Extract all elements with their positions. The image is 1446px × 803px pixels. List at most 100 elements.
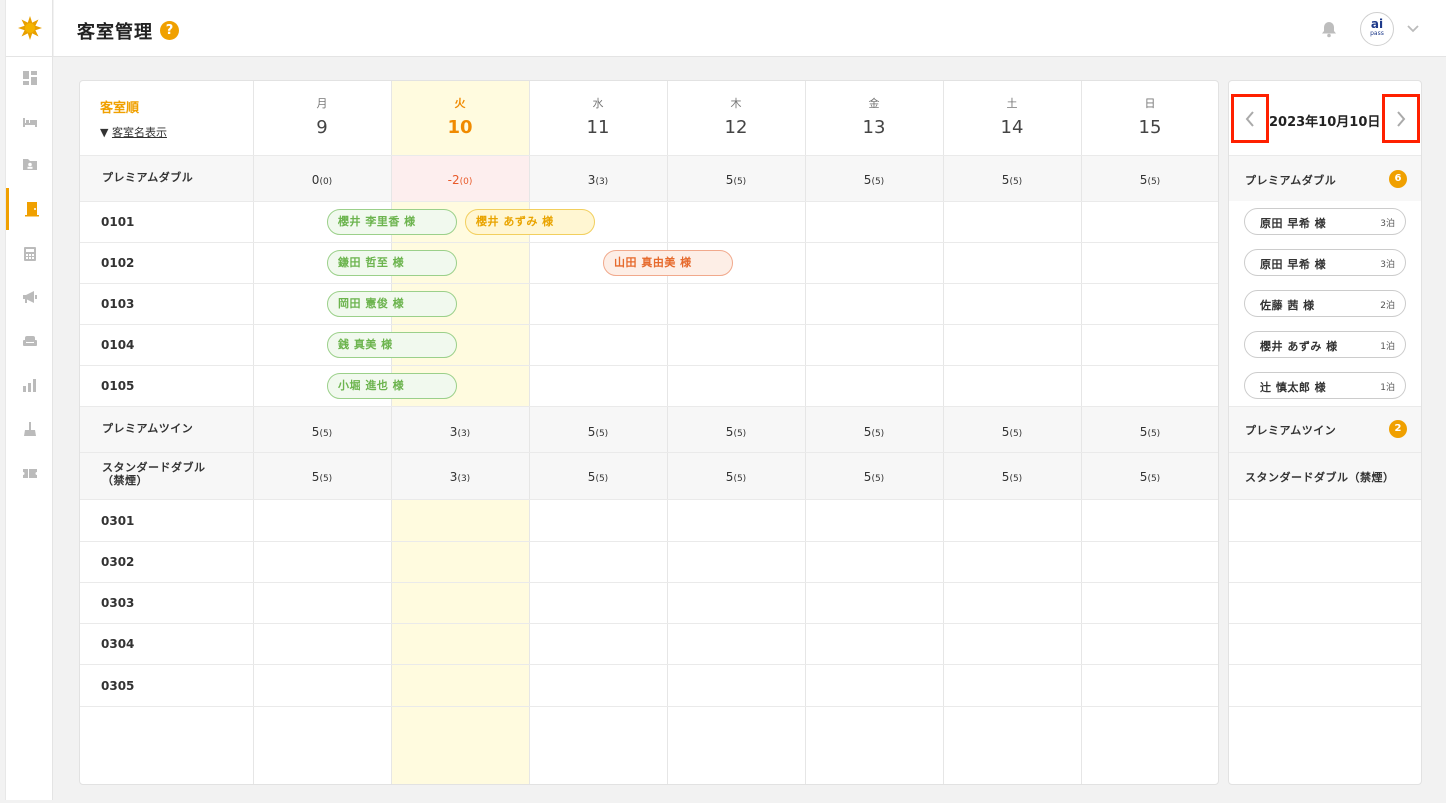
availability-count: 5(5) xyxy=(1139,425,1161,439)
panel-date: 2023年10月10日 xyxy=(1269,115,1381,130)
grid-hline xyxy=(80,201,1218,202)
grid-hline xyxy=(80,406,1218,407)
nav-room-management[interactable] xyxy=(6,188,54,230)
bar-chart-icon xyxy=(23,379,36,392)
nav-reports[interactable] xyxy=(6,364,54,406)
booking-bar[interactable]: 岡田 憲俊 様 xyxy=(327,291,457,317)
guest-chip[interactable]: 佐藤 茜 様 2泊 xyxy=(1244,290,1406,317)
category-name: スタンダードダブル （禁煙） xyxy=(102,461,206,487)
room-number[interactable]: 0103 xyxy=(101,297,134,311)
nav-dashboard[interactable] xyxy=(6,57,54,99)
sort-order-label[interactable]: 客室順 xyxy=(100,97,139,116)
availability-count: 5(5) xyxy=(725,425,747,439)
panel-category-name: プレミアムツイン xyxy=(1245,424,1337,437)
availability-count: 5(5) xyxy=(587,425,609,439)
availability-count: 5(5) xyxy=(725,173,747,187)
day-header: 木 12 xyxy=(724,97,748,138)
day-header-today: 火 10 xyxy=(447,97,473,138)
nav-lounge[interactable] xyxy=(6,320,54,362)
daily-guest-panel: 2023年10月10日 プレミアムダブル 6 原田 早希 様 3泊 原田 早希 様… xyxy=(1228,80,1422,785)
bed-icon xyxy=(23,118,37,127)
guest-chip[interactable]: 原田 早希 様 3泊 xyxy=(1244,208,1406,235)
grid-hline xyxy=(80,499,1218,500)
grid-hline xyxy=(80,242,1218,243)
panel-divider xyxy=(1229,623,1421,624)
chevron-down-icon[interactable] xyxy=(1406,24,1420,34)
room-door-icon xyxy=(24,202,39,217)
booking-bar[interactable]: 銭 真美 様 xyxy=(327,332,457,358)
bell-icon[interactable] xyxy=(1320,20,1338,38)
grid-hline xyxy=(80,283,1218,284)
nav-announcements[interactable] xyxy=(6,276,54,318)
panel-divider xyxy=(1229,499,1421,500)
availability-count: 3(3) xyxy=(449,425,471,439)
chevron-right-icon xyxy=(1397,110,1406,127)
room-name-toggle-label: 客室名表示 xyxy=(111,126,167,139)
category-name: プレミアムツイン xyxy=(102,422,194,435)
grid-hline xyxy=(80,452,1218,453)
avatar[interactable]: ai pass xyxy=(1360,12,1394,46)
room-number[interactable]: 0303 xyxy=(101,596,134,610)
day-header: 日 15 xyxy=(1138,97,1162,138)
day-header: 月9 xyxy=(316,97,328,138)
room-number[interactable]: 0304 xyxy=(101,637,134,651)
room-number[interactable]: 0105 xyxy=(101,379,134,393)
booking-bar[interactable]: 櫻井 李里香 様 xyxy=(327,209,457,235)
grid-hline xyxy=(80,623,1218,624)
help-icon[interactable]: ? xyxy=(160,21,179,40)
panel-category-name: プレミアムダブル xyxy=(1245,174,1337,187)
megaphone-icon xyxy=(23,291,37,303)
room-number[interactable]: 0305 xyxy=(101,679,134,693)
grid-hline xyxy=(80,582,1218,583)
folder-user-icon xyxy=(23,159,37,170)
panel-category-name: スタンダードダブル（禁煙） xyxy=(1245,471,1395,484)
cleaning-icon xyxy=(24,422,36,436)
top-header: 客室管理 ? ai pass xyxy=(54,0,1446,57)
day-header: 水 11 xyxy=(586,97,610,138)
availability-count: 5(5) xyxy=(863,173,885,187)
room-number[interactable]: 0104 xyxy=(101,338,134,352)
grid-hline xyxy=(80,664,1218,665)
room-calendar: 客室順 ▼ 客室名表示 月9 火 10 水 11 木 12 金 13 土 14 日 15 プ… xyxy=(79,80,1219,785)
room-name-toggle[interactable]: ▼ 客室名表示 xyxy=(100,124,167,140)
availability-count: 5(5) xyxy=(1139,173,1161,187)
nav-billing[interactable] xyxy=(6,233,54,275)
grid-hline xyxy=(80,324,1218,325)
grid-hline xyxy=(80,155,1218,156)
category-name-line2: （禁煙） xyxy=(102,474,148,487)
grid-hline xyxy=(80,706,1218,707)
grid-hline xyxy=(80,365,1218,366)
room-number[interactable]: 0102 xyxy=(101,256,134,270)
availability-count: 5(5) xyxy=(863,470,885,484)
booking-bar[interactable]: 櫻井 あずみ 様 xyxy=(465,209,595,235)
ticket-icon xyxy=(23,469,37,478)
prev-day-button[interactable] xyxy=(1231,94,1269,143)
guest-chip[interactable]: 原田 早希 様 3泊 xyxy=(1244,249,1406,276)
guest-chip[interactable]: 櫻井 あずみ 様 1泊 xyxy=(1244,331,1406,358)
nav-tickets[interactable] xyxy=(6,452,54,494)
avatar-logo-text: ai xyxy=(1370,17,1384,31)
next-day-button[interactable] xyxy=(1382,94,1420,143)
category-name: プレミアムダブル xyxy=(102,171,194,184)
guest-chip[interactable]: 辻 慎太郎 様 1泊 xyxy=(1244,372,1406,399)
room-number[interactable]: 0301 xyxy=(101,514,134,528)
availability-count: 5(5) xyxy=(587,470,609,484)
booking-bar[interactable]: 小堀 進也 様 xyxy=(327,373,457,399)
nav-cleaning[interactable] xyxy=(6,408,54,450)
nav-rooms-bed[interactable] xyxy=(6,101,54,143)
availability-count: 5(5) xyxy=(863,425,885,439)
availability-count: 5(5) xyxy=(1001,173,1023,187)
nav-guests[interactable] xyxy=(6,143,54,185)
availability-count: 5(5) xyxy=(311,470,333,484)
booking-bar[interactable]: 鎌田 哲至 様 xyxy=(327,250,457,276)
availability-count: 5(5) xyxy=(1001,425,1023,439)
room-number[interactable]: 0302 xyxy=(101,555,134,569)
room-number[interactable]: 0101 xyxy=(101,215,134,229)
availability-count: 3(3) xyxy=(587,173,609,187)
sidebar xyxy=(5,0,54,800)
logo-sun-icon[interactable] xyxy=(18,16,42,40)
availability-count: 3(3) xyxy=(449,470,471,484)
booking-bar[interactable]: 山田 真由美 様 xyxy=(603,250,733,276)
panel-divider xyxy=(1229,664,1421,665)
page-title: 客室管理 xyxy=(77,22,153,43)
